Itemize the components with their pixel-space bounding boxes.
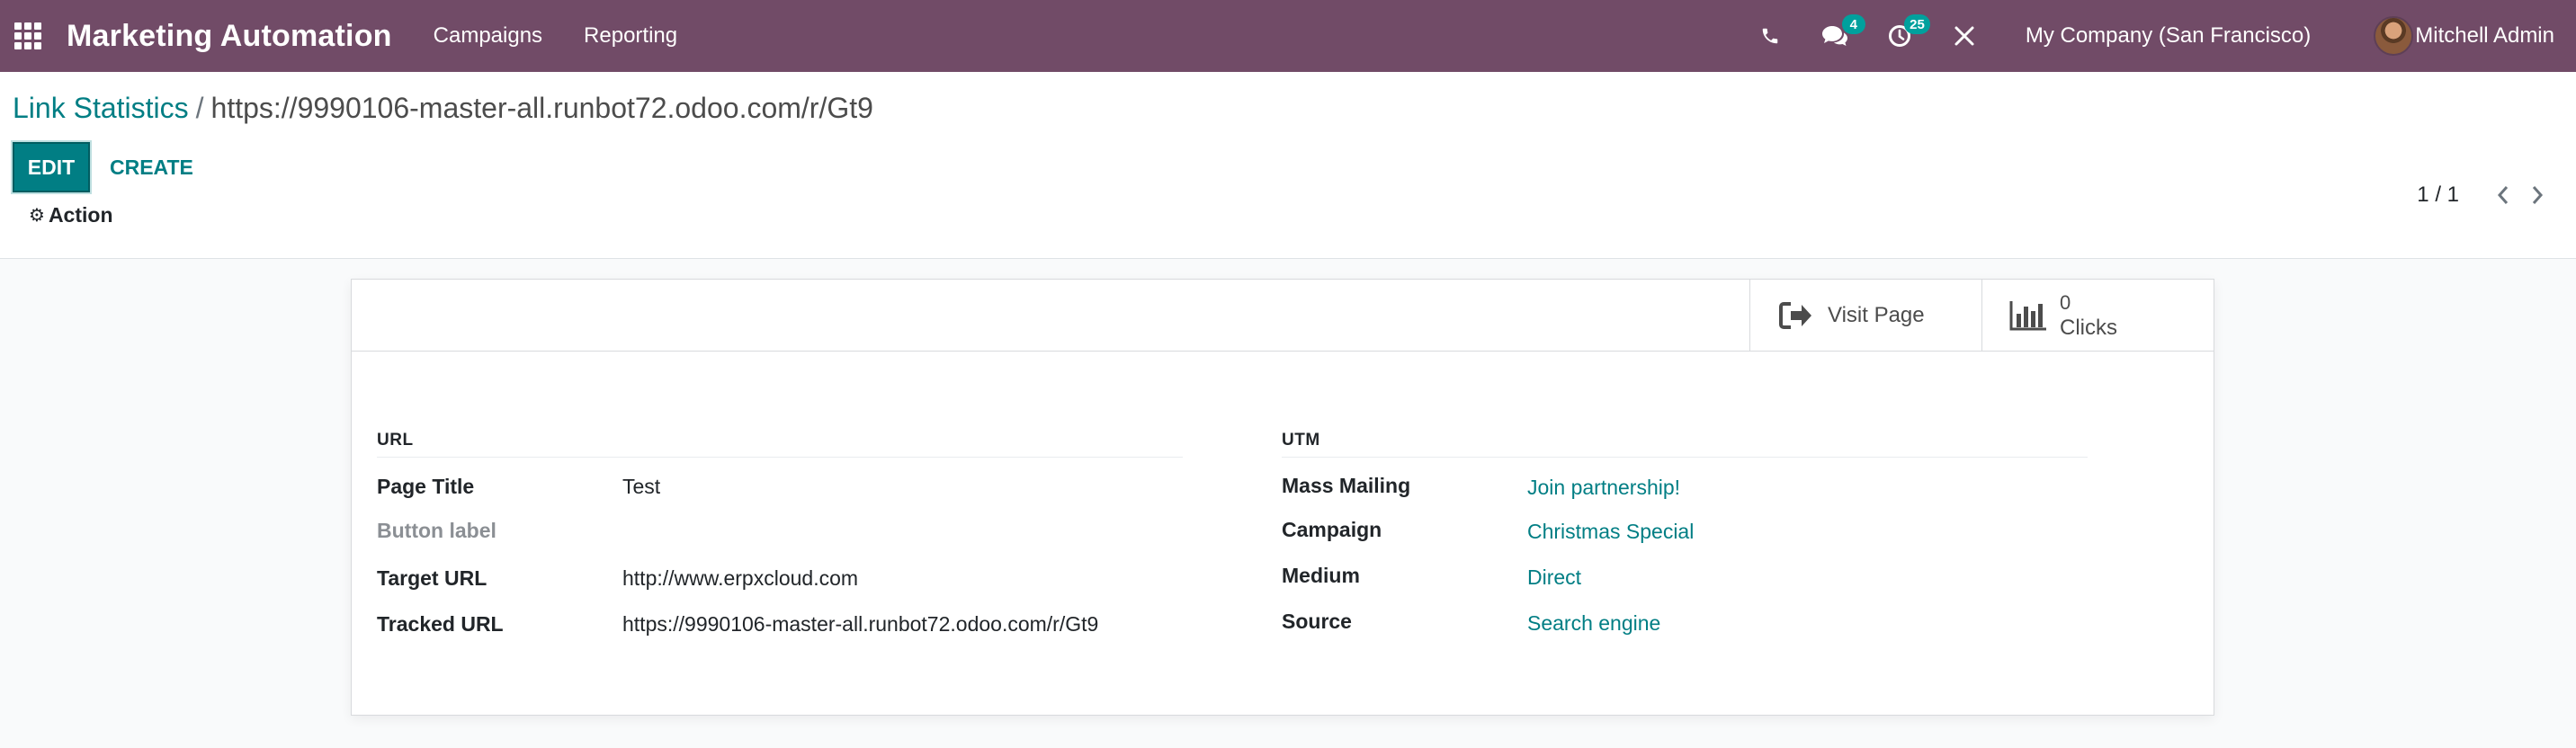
field-target-url: Target URL http://www.erpxcloud.com <box>377 550 1186 596</box>
field-label: Source <box>1282 610 1352 633</box>
control-panel: Link Statistics / https://9990106-master-a… <box>0 72 2576 259</box>
visit-page-button[interactable]: Visit Page <box>1749 280 1981 352</box>
pager-value[interactable]: 1 / 1 <box>2417 183 2459 208</box>
breadcrumb: Link Statistics / https://9990106-master-a… <box>13 92 873 125</box>
clicks-stat: 0 Clicks <box>2060 290 2117 341</box>
action-menu-button[interactable]: ⚙ Action <box>29 203 113 227</box>
gear-icon: ⚙ <box>29 206 45 226</box>
field-label: Tracked URL <box>377 612 504 636</box>
menu-reporting[interactable]: Reporting <box>584 23 677 49</box>
field-button-label: Button label <box>377 504 1186 550</box>
url-group-title: URL <box>377 431 1183 458</box>
medium-link[interactable]: Direct <box>1527 565 1581 590</box>
field-value: https://9990106-master-all.runbot72.odoo… <box>622 612 1099 636</box>
chevron-right-icon[interactable] <box>2520 178 2554 212</box>
breadcrumb-separator: / <box>195 92 204 124</box>
source-link[interactable]: Search engine <box>1527 611 1660 636</box>
button-box: Visit Page 0 Clicks <box>352 280 2214 352</box>
url-group: URL Page Title Test Button label Target … <box>377 431 1186 642</box>
clicks-button[interactable]: 0 Clicks <box>1981 280 2214 352</box>
apps-grid-icon[interactable] <box>14 22 41 49</box>
company-switcher[interactable]: My Company (San Francisco) <box>2026 23 2311 49</box>
action-label: Action <box>48 203 113 227</box>
create-button[interactable]: CREATE <box>97 142 206 192</box>
edit-button[interactable]: EDIT <box>13 142 90 192</box>
field-label: Button label <box>377 519 496 542</box>
field-source: Source Search engine <box>1282 596 2091 642</box>
field-label: Page Title <box>377 475 475 498</box>
user-menu[interactable]: Mitchell Admin <box>2374 16 2554 56</box>
form-sheet: Visit Page 0 Clicks URL Page Title Test … <box>351 279 2214 716</box>
field-label: Mass Mailing <box>1282 474 1411 497</box>
tools-icon[interactable] <box>1946 18 1982 54</box>
field-value: http://www.erpxcloud.com <box>622 566 859 590</box>
chat-icon[interactable]: 4 <box>1817 14 1865 54</box>
sign-out-icon <box>1775 295 1817 336</box>
mass-mailing-link[interactable]: Join partnership! <box>1527 476 1680 500</box>
bar-chart-icon <box>2008 295 2049 336</box>
field-label: Medium <box>1282 564 1360 587</box>
app-title[interactable]: Marketing Automation <box>67 19 392 54</box>
field-tracked-url: Tracked URL https://9990106-master-all.r… <box>377 596 1186 642</box>
field-campaign: Campaign Christmas Special <box>1282 504 2091 550</box>
phone-icon[interactable] <box>1752 18 1788 54</box>
top-navbar: Marketing Automation Campaigns Reporting… <box>0 0 2576 72</box>
systray: 4 25 My Company (San Francisco) Mitchell… <box>1723 0 2576 72</box>
campaign-link[interactable]: Christmas Special <box>1527 520 1694 544</box>
field-medium: Medium Direct <box>1282 550 2091 596</box>
field-label: Target URL <box>377 566 487 590</box>
messages-badge: 4 <box>1841 14 1865 34</box>
field-page-title: Page Title Test <box>377 458 1186 504</box>
field-value: Test <box>622 475 661 498</box>
utm-group: UTM Mass Mailing Join partnership! Campa… <box>1282 431 2091 642</box>
user-name: Mitchell Admin <box>2415 23 2554 48</box>
clicks-value: 0 <box>2060 291 2071 314</box>
pager: 1 / 1 <box>2417 178 2576 212</box>
breadcrumb-parent[interactable]: Link Statistics <box>13 92 189 124</box>
menu-campaigns[interactable]: Campaigns <box>434 23 542 49</box>
avatar <box>2374 16 2414 56</box>
activities-badge: 25 <box>1904 14 1930 34</box>
field-label: Campaign <box>1282 518 1382 541</box>
clicks-label: Clicks <box>2060 316 2117 340</box>
field-mass-mailing: Mass Mailing Join partnership! <box>1282 458 2091 504</box>
chevron-left-icon[interactable] <box>2486 178 2520 212</box>
clock-icon[interactable]: 25 <box>1882 14 1930 54</box>
utm-group-title: UTM <box>1282 431 2088 458</box>
breadcrumb-current: https://9990106-master-all.runbot72.odoo… <box>210 92 873 124</box>
visit-page-label: Visit Page <box>1828 303 1925 327</box>
